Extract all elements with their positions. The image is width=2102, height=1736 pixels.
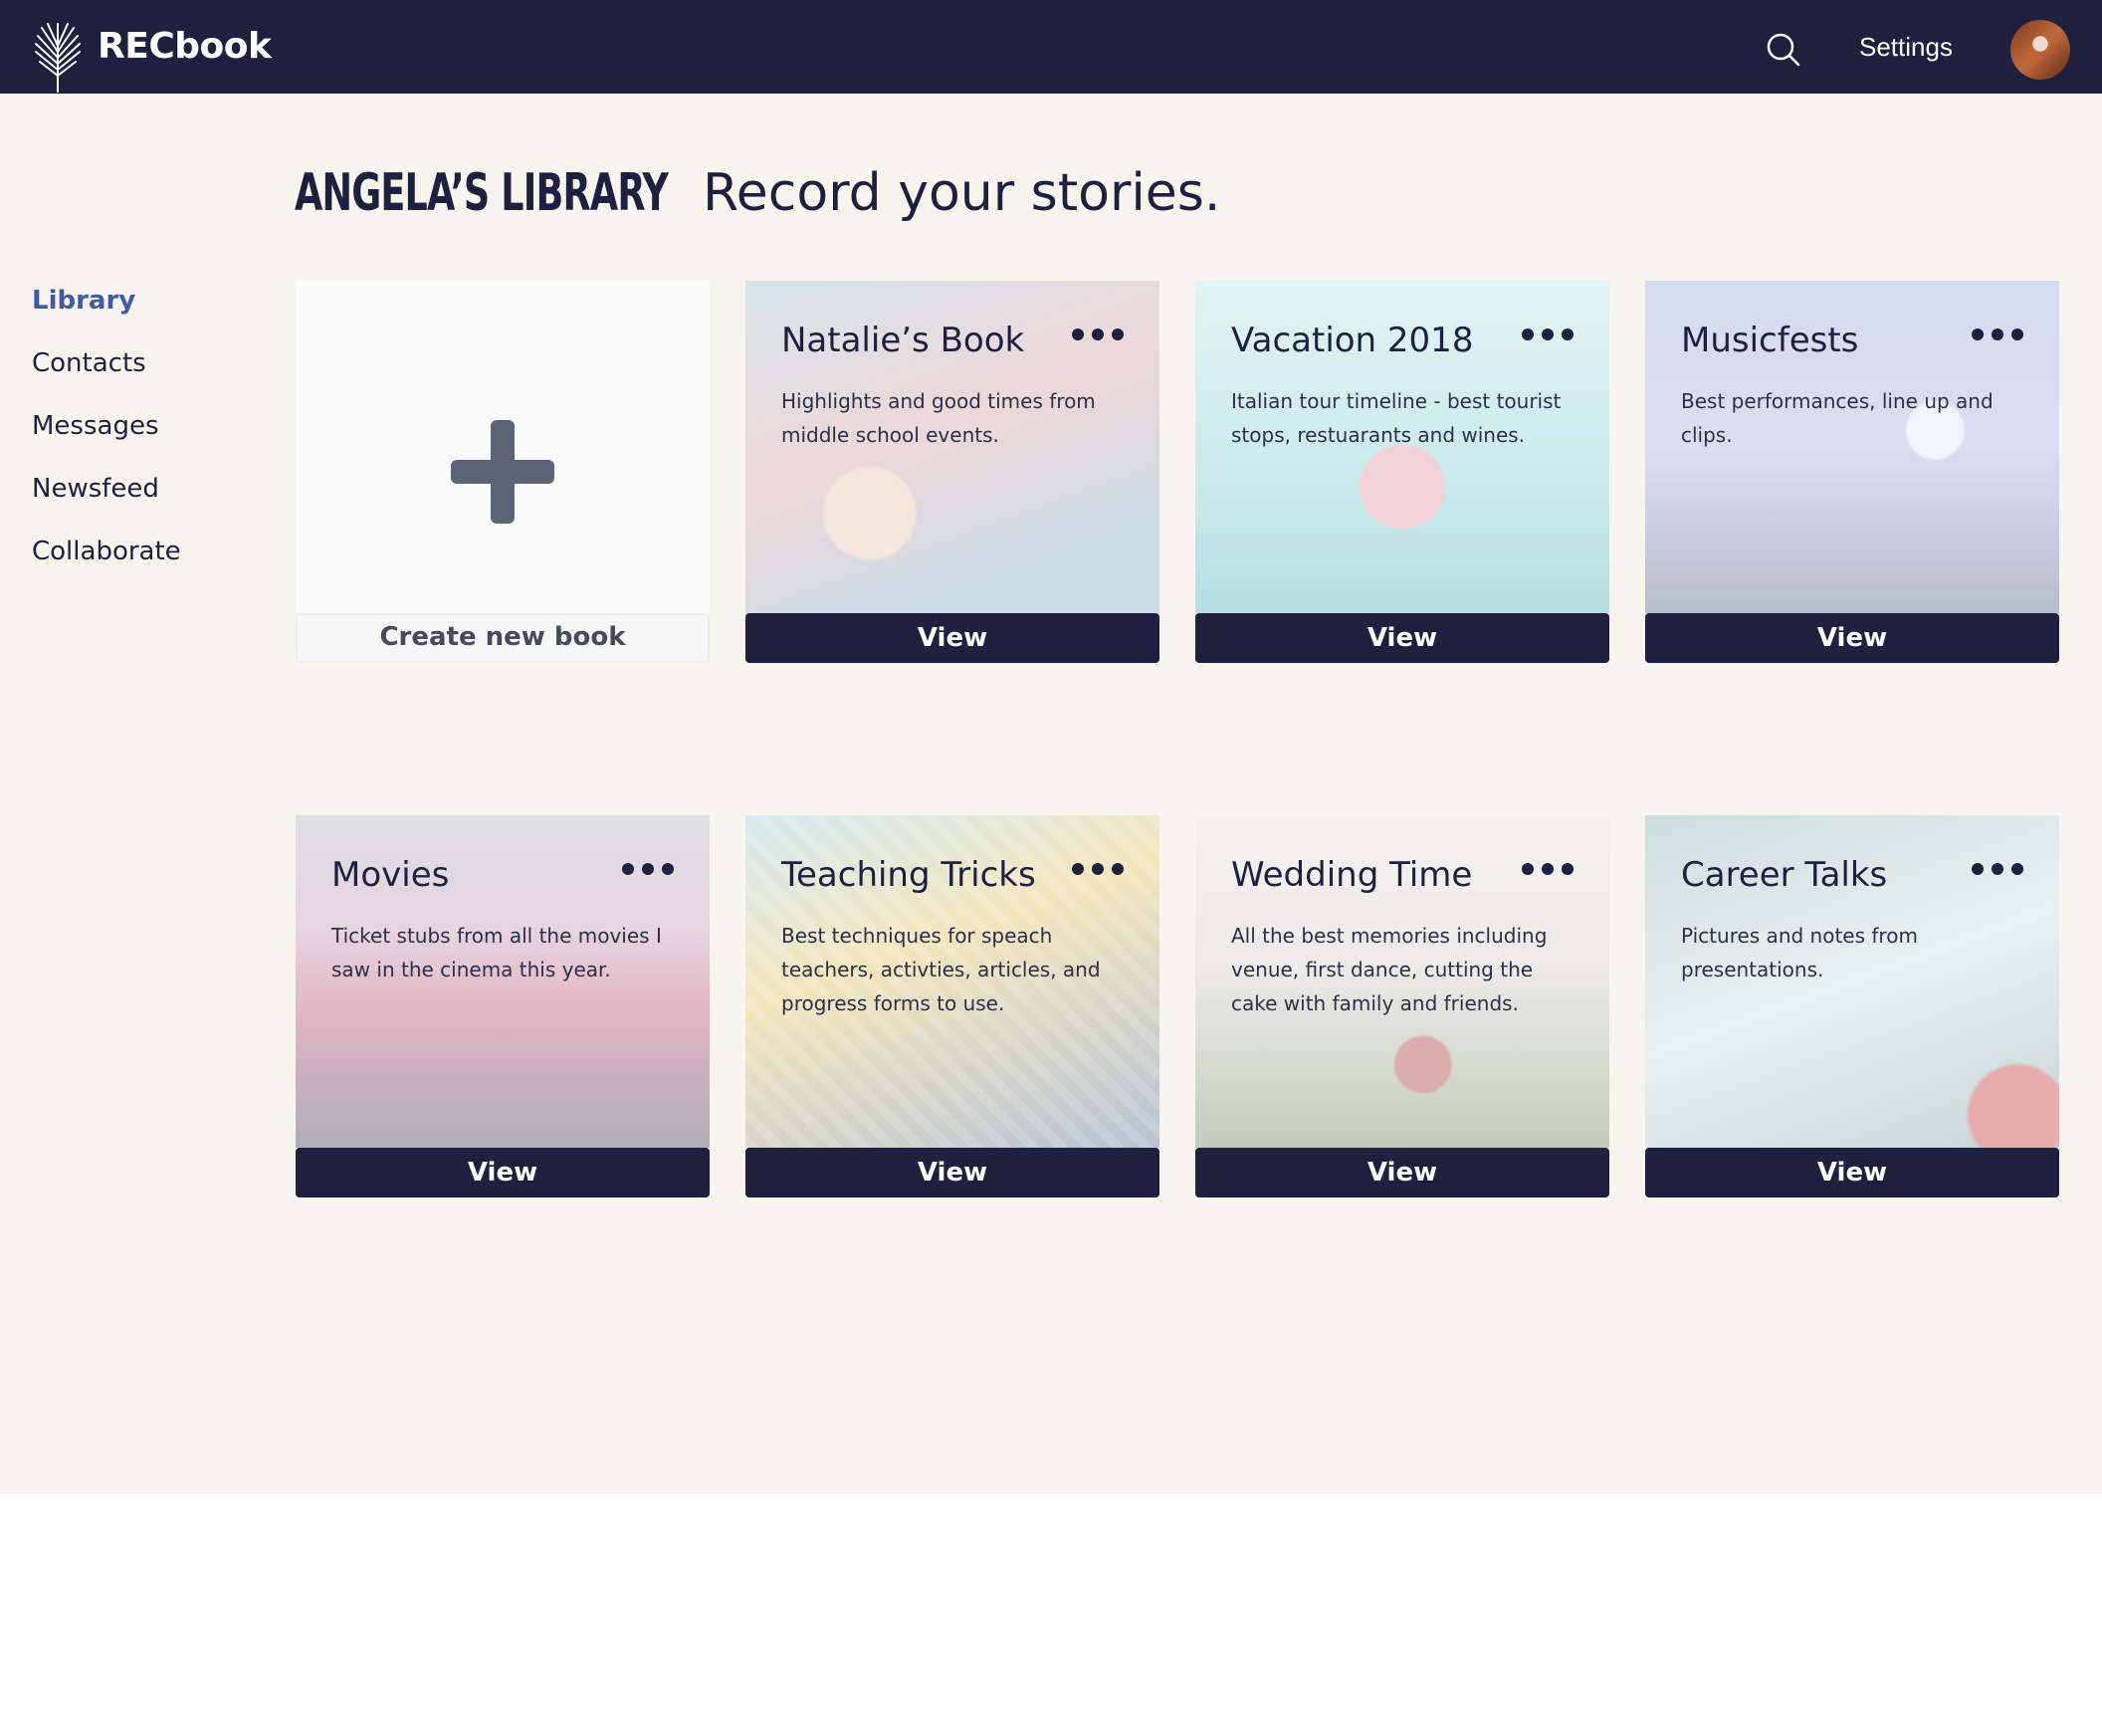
- more-options-icon[interactable]: [1072, 859, 1124, 879]
- book-title: Wedding Time: [1231, 855, 1473, 895]
- sidebar-item-messages[interactable]: Messages: [32, 406, 181, 469]
- sidebar-item-contacts[interactable]: Contacts: [32, 343, 181, 406]
- top-navigation-bar: RECbook Settings: [0, 0, 2102, 94]
- sidebar-item-collaborate[interactable]: Collaborate: [32, 532, 181, 594]
- sidebar-item-newsfeed[interactable]: Newsfeed: [32, 469, 181, 532]
- more-options-icon[interactable]: [1522, 325, 1574, 344]
- app-logo-text[interactable]: RECbook: [98, 26, 272, 67]
- book-description: Highlights and good times from middle sc…: [781, 389, 1096, 447]
- more-options-icon[interactable]: [1072, 325, 1124, 344]
- book-card: Natalie’s Book Highlights and good times…: [745, 281, 1159, 663]
- book-description: Italian tour timeline - best tourist sto…: [1231, 389, 1562, 447]
- book-card: Teaching Tricks Best techniques for spea…: [745, 815, 1159, 1197]
- book-card: Movies Ticket stubs from all the movies …: [296, 815, 710, 1197]
- more-options-icon[interactable]: [622, 859, 674, 879]
- book-title: Movies: [331, 855, 450, 895]
- more-options-icon[interactable]: [1522, 859, 1574, 879]
- create-new-book-button[interactable]: Create new book: [296, 613, 710, 663]
- page-title: ANGELA’S LIBRARY: [295, 163, 669, 223]
- book-title: Vacation 2018: [1231, 321, 1474, 360]
- book-description: All the best memories including venue, f…: [1231, 924, 1548, 1015]
- book-description: Pictures and notes from presentations.: [1681, 924, 1918, 981]
- more-options-icon[interactable]: [1972, 325, 2023, 344]
- page-background: [0, 0, 2102, 1494]
- book-title: Career Talks: [1681, 855, 1888, 895]
- page-subtitle: Record your stories.: [703, 163, 1221, 223]
- book-description: Best techniques for speach teachers, act…: [781, 924, 1101, 1015]
- view-button[interactable]: View: [1645, 1148, 2059, 1197]
- more-options-icon[interactable]: [1972, 859, 2023, 879]
- view-button[interactable]: View: [1195, 613, 1609, 663]
- view-button[interactable]: View: [1645, 613, 2059, 663]
- book-card: Career Talks Pictures and notes from pre…: [1645, 815, 2059, 1197]
- view-button[interactable]: View: [745, 1148, 1159, 1197]
- settings-link[interactable]: Settings: [1859, 32, 1953, 63]
- palm-leaf-icon: [35, 23, 81, 93]
- book-title: Natalie’s Book: [781, 321, 1025, 360]
- book-card: Vacation 2018 Italian tour timeline - be…: [1195, 281, 1609, 663]
- book-description: Ticket stubs from all the movies I saw i…: [331, 924, 662, 981]
- view-button[interactable]: View: [1195, 1148, 1609, 1197]
- search-icon[interactable]: [1766, 32, 1801, 68]
- view-button[interactable]: View: [296, 1148, 710, 1197]
- book-card: Wedding Time All the best memories inclu…: [1195, 815, 1609, 1197]
- book-title: Teaching Tricks: [781, 855, 1036, 895]
- sidebar: Library Contacts Messages Newsfeed Colla…: [32, 281, 181, 594]
- book-card: Musicfests Best performances, line up an…: [1645, 281, 2059, 663]
- avatar[interactable]: [2010, 20, 2070, 80]
- sidebar-item-library[interactable]: Library: [32, 281, 181, 343]
- book-description: Best performances, line up and clips.: [1681, 389, 1994, 447]
- create-book-card[interactable]: Create new book: [296, 281, 710, 663]
- view-button[interactable]: View: [745, 613, 1159, 663]
- book-title: Musicfests: [1681, 321, 1859, 360]
- plus-icon[interactable]: [451, 420, 554, 524]
